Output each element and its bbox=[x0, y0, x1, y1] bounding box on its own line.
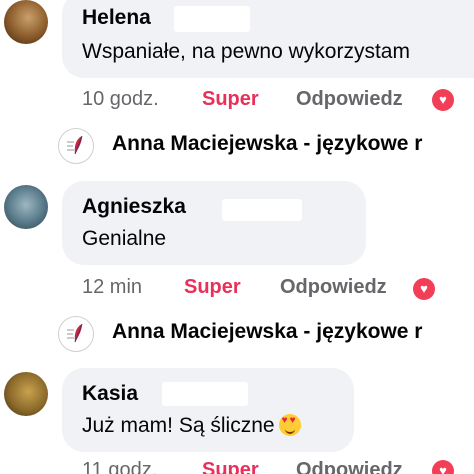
super-reaction-button[interactable]: Super bbox=[184, 276, 241, 299]
comment-author[interactable]: Helena bbox=[82, 6, 151, 30]
comment-text-line: Już mam! Są śliczne bbox=[82, 414, 301, 438]
avatar[interactable] bbox=[4, 185, 48, 229]
avatar[interactable] bbox=[4, 372, 48, 416]
comment-author[interactable]: Kasia bbox=[82, 382, 138, 406]
reply-button[interactable]: Odpowiedz bbox=[296, 459, 403, 474]
avatar[interactable] bbox=[4, 0, 48, 44]
comment-actions: 12 min Super Odpowiedz bbox=[82, 276, 387, 299]
comment-actions: 10 godz. Super Odpowiedz bbox=[82, 88, 403, 111]
super-reaction-button[interactable]: Super bbox=[202, 459, 259, 474]
feather-quill-logo-icon bbox=[58, 316, 94, 352]
comment-timestamp[interactable]: 12 min bbox=[82, 276, 142, 299]
comment-text: Już mam! Są śliczne bbox=[82, 414, 275, 437]
comments-thread: Helena Wspaniałe, na pewno wykorzystam 1… bbox=[0, 0, 474, 474]
reply-button[interactable]: Odpowiedz bbox=[296, 88, 403, 111]
page-reply-name[interactable]: Anna Maciejewska - językowe r bbox=[112, 320, 422, 344]
heart-reaction-icon[interactable]: ♥ bbox=[413, 278, 435, 300]
comment-text: Genialne bbox=[82, 227, 167, 250]
name-redaction bbox=[162, 382, 248, 406]
comment-bubble: Helena Wspaniałe, na pewno wykorzystam bbox=[62, 0, 474, 78]
comment-timestamp[interactable]: 11 godz. bbox=[82, 459, 157, 474]
comment-text: Wspaniałe, na pewno wykorzystam bbox=[82, 40, 410, 63]
comment-bubble: Kasia Już mam! Są śliczne bbox=[62, 368, 354, 452]
name-redaction bbox=[222, 199, 302, 221]
comment-bubble: Agnieszka Genialne bbox=[62, 181, 366, 265]
comment-timestamp[interactable]: 10 godz. bbox=[82, 88, 159, 111]
comment-author[interactable]: Agnieszka bbox=[82, 195, 186, 219]
comment-actions: 11 godz. Super Odpowiedz bbox=[82, 459, 403, 474]
heart-reaction-icon[interactable]: ♥ bbox=[432, 460, 454, 474]
reply-button[interactable]: Odpowiedz bbox=[280, 276, 387, 299]
heart-reaction-icon[interactable]: ♥ bbox=[432, 89, 454, 111]
name-redaction bbox=[174, 6, 250, 32]
page-reply-name[interactable]: Anna Maciejewska - językowe r bbox=[112, 132, 422, 156]
feather-quill-logo-icon bbox=[58, 128, 94, 164]
heart-eyes-emoji-icon bbox=[278, 414, 301, 436]
super-reaction-button[interactable]: Super bbox=[202, 88, 259, 111]
